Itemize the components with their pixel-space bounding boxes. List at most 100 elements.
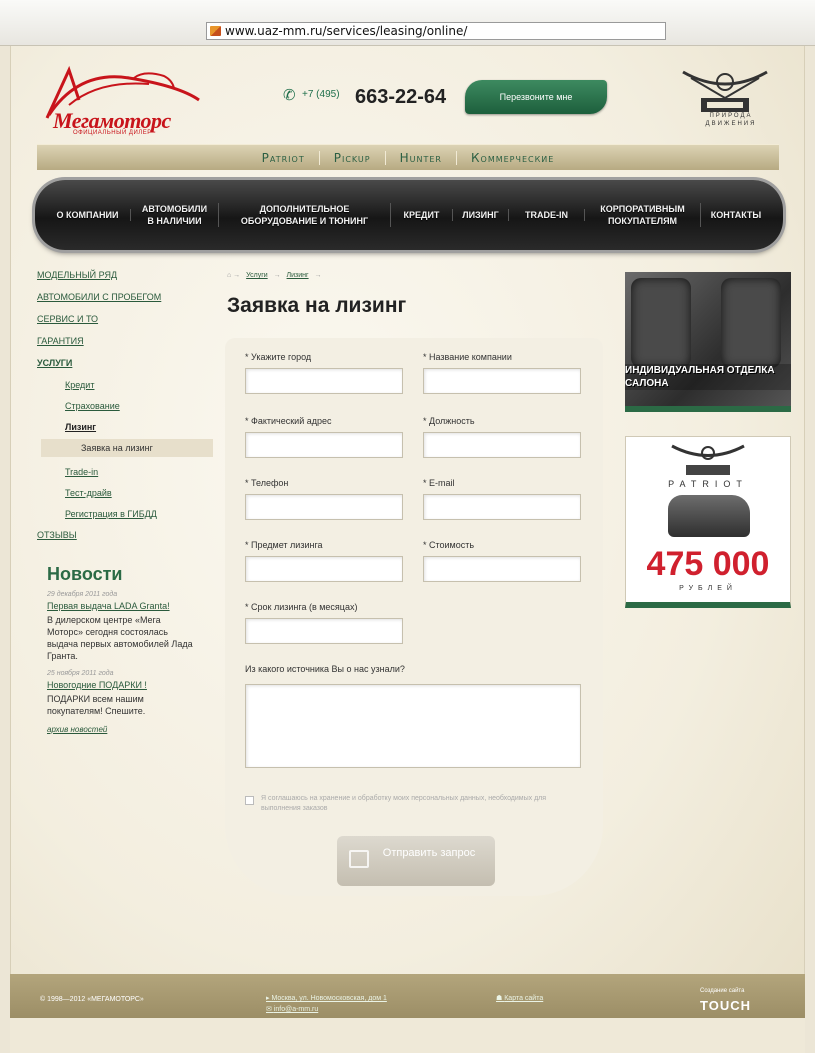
sidebar-item-reviews[interactable]: Отзывы [37, 530, 213, 540]
footer-email-link[interactable]: ✉ info@a-mm.ru [266, 1005, 318, 1013]
nav-credit[interactable]: Кредит [391, 209, 453, 221]
nav-corporate[interactable]: Корпоративным покупателям [585, 203, 701, 227]
browser-toolbar: www.uaz-mm.ru/services/leasing/online/ [0, 0, 815, 46]
subject-input[interactable] [245, 556, 403, 582]
sidebar-sub-test-drive[interactable]: Тест-драйв [65, 488, 213, 498]
breadcrumb-services[interactable]: Услуги [246, 272, 268, 279]
leasing-form: * Укажите город * Название компании * Фа… [225, 338, 603, 896]
phone-number: 663-22-64 [355, 86, 447, 108]
city-input[interactable] [245, 368, 403, 394]
submit-button[interactable]: Отправить запрос [337, 836, 495, 886]
term-input[interactable] [245, 618, 403, 644]
email-input[interactable] [423, 494, 581, 520]
sidebar-item-models[interactable]: Модельный ряд [37, 270, 213, 280]
sidebar-sub-credit[interactable]: Кредит [65, 380, 213, 390]
patriot-price-banner[interactable]: PATRIOT 475 000 РУБЛЕЙ [625, 436, 791, 608]
company-label: * Название компании [423, 352, 512, 362]
sidebar-item-service[interactable]: Сервис и ТО [37, 314, 213, 324]
home-icon[interactable]: ⌂ [227, 272, 231, 279]
source-textarea[interactable] [245, 684, 581, 768]
seat-image [721, 278, 781, 368]
company-input[interactable] [423, 368, 581, 394]
breadcrumb-leasing[interactable]: Лизинг [287, 272, 309, 279]
cost-label: * Стоимость [423, 540, 475, 550]
nav-about[interactable]: О компании [45, 209, 131, 221]
favicon-icon [210, 26, 221, 36]
news-heading: Новости [47, 564, 123, 584]
submit-label: Отправить запрос [382, 847, 476, 859]
made-by-label: Создание сайта [700, 988, 745, 994]
position-label: * Должность [423, 416, 475, 426]
sidebar-item-warranty[interactable]: Гарантия [37, 336, 213, 346]
page-title: Заявка на лизинг [227, 294, 407, 317]
news-link[interactable]: Новогодние ПОДАРКИ ! [47, 680, 213, 690]
source-label: Из какого источника Вы о нас узнали? [245, 664, 405, 674]
seat-image [631, 278, 691, 368]
city-label: * Укажите город [245, 352, 312, 362]
sidebar: Модельный ряд Автомобили с пробегом Серв… [37, 270, 213, 734]
nav-equipment[interactable]: Дополнительное оборудование и тюнинг [219, 203, 391, 227]
model-bar: Patriot Pickup Hunter Коммерческие [37, 144, 779, 170]
phone-icon: ✆ [283, 87, 296, 104]
callback-button[interactable]: Перезвоните мне [465, 80, 607, 114]
address-input[interactable] [245, 432, 403, 458]
footer-copyright: © 1998—2012 «МЕГАМОТОРС» [40, 996, 144, 1003]
footer-address-text: Москва, ул. Новомосковская, дом 1 [271, 995, 387, 1002]
nav-leasing[interactable]: Лизинг [453, 209, 509, 221]
footer-email-text: info@a-mm.ru [273, 1006, 319, 1013]
uaz-slogan: ПРИРОДА ДВИЖЕНИЯ [705, 113, 757, 127]
footer-spacer [10, 1018, 805, 1053]
news-text: ПОДАРКИ всем нашим покупателям! Спешите. [47, 694, 146, 716]
sitemap-icon: ☗ [496, 995, 505, 1002]
sitemap-link[interactable]: ☗ Карта сайта [496, 994, 543, 1002]
model-link-patriot[interactable]: Patriot [248, 150, 320, 165]
main-nav: О компании Автомобили в наличии Дополнит… [35, 180, 783, 250]
sidebar-sub-trade-in[interactable]: Trade-in [65, 467, 213, 477]
page: Мегамоторс ОФИЦИАЛЬНЫЙ ДИЛЕР ✆ +7 (495) … [10, 46, 805, 1053]
phone-input[interactable] [245, 494, 403, 520]
sidebar-sub-registration[interactable]: Регистрация в ГИБДД [65, 509, 213, 519]
sidebar-sub-leasing-request[interactable]: Заявка на лизинг [41, 439, 213, 457]
cost-input[interactable] [423, 556, 581, 582]
model-link-pickup[interactable]: Pickup [320, 150, 386, 165]
model-link-hunter[interactable]: Hunter [386, 150, 457, 165]
interior-banner[interactable]: ИНДИВИДУАЛЬНАЯ ОТДЕЛКА САЛОНА [625, 272, 791, 412]
email-label: * E-mail [423, 478, 455, 488]
logo-subtitle: ОФИЦИАЛЬНЫЙ ДИЛЕР [73, 130, 152, 136]
sidebar-sub-leasing[interactable]: Лизинг [65, 422, 213, 432]
news-archive-link[interactable]: архив новостей [47, 725, 213, 734]
sidebar-item-used-cars[interactable]: Автомобили с пробегом [37, 292, 213, 302]
studio-logo[interactable]: TOUCH [700, 998, 751, 1013]
subject-label: * Предмет лизинга [245, 540, 323, 550]
price-value: 475 000 [646, 545, 770, 583]
position-input[interactable] [423, 432, 581, 458]
address-label: * Фактический адрес [245, 416, 332, 426]
car-image [668, 495, 750, 537]
phone-label: * Телефон [245, 478, 289, 488]
breadcrumb: ⌂ → Услуги → Лизинг → [227, 272, 322, 279]
footer-address-link[interactable]: ▸ Москва, ул. Новомосковская, дом 1 [266, 994, 387, 1002]
sitemap-text: Карта сайта [504, 995, 544, 1002]
footer: © 1998—2012 «МЕГАМОТОРС» ▸ Москва, ул. Н… [10, 974, 805, 1018]
sidebar-sub-insurance[interactable]: Страхование [65, 401, 213, 411]
news-date: 29 декабря 2011 года [47, 591, 118, 598]
uaz-emblem-icon [682, 70, 768, 112]
consent-checkbox[interactable] [245, 796, 254, 805]
megamotors-logo[interactable]: Мегамоторс ОФИЦИАЛЬНЫЙ ДИЛЕР [39, 60, 209, 138]
currency-label: РУБЛЕЙ [679, 585, 737, 592]
nav-cars-in-stock[interactable]: Автомобили в наличии [131, 203, 219, 227]
nav-contacts[interactable]: Контакты [701, 209, 771, 221]
model-link-commercial[interactable]: Коммерческие [457, 151, 568, 165]
mail-icon: ✉ [266, 1006, 274, 1013]
address-bar[interactable]: www.uaz-mm.ru/services/leasing/online/ [206, 22, 666, 40]
interior-banner-text: ИНДИВИДУАЛЬНАЯ ОТДЕЛКА САЛОНА [625, 364, 791, 390]
news-link[interactable]: Первая выдача LADA Granta! [47, 601, 213, 611]
nav-trade-in[interactable]: Trade-in [509, 209, 585, 221]
url-text: www.uaz-mm.ru/services/leasing/online/ [225, 24, 468, 38]
sidebar-item-services[interactable]: Услуги [37, 358, 213, 368]
news-text: В дилерском центре «Мега Моторс» сегодня… [47, 615, 193, 661]
consent-text: Я соглашаюсь на хранение и обработку мои… [261, 795, 547, 812]
patriot-label: PATRIOT [668, 479, 748, 489]
uaz-emblem-icon [671, 444, 745, 475]
news-date: 25 ноября 2011 года [47, 670, 114, 677]
